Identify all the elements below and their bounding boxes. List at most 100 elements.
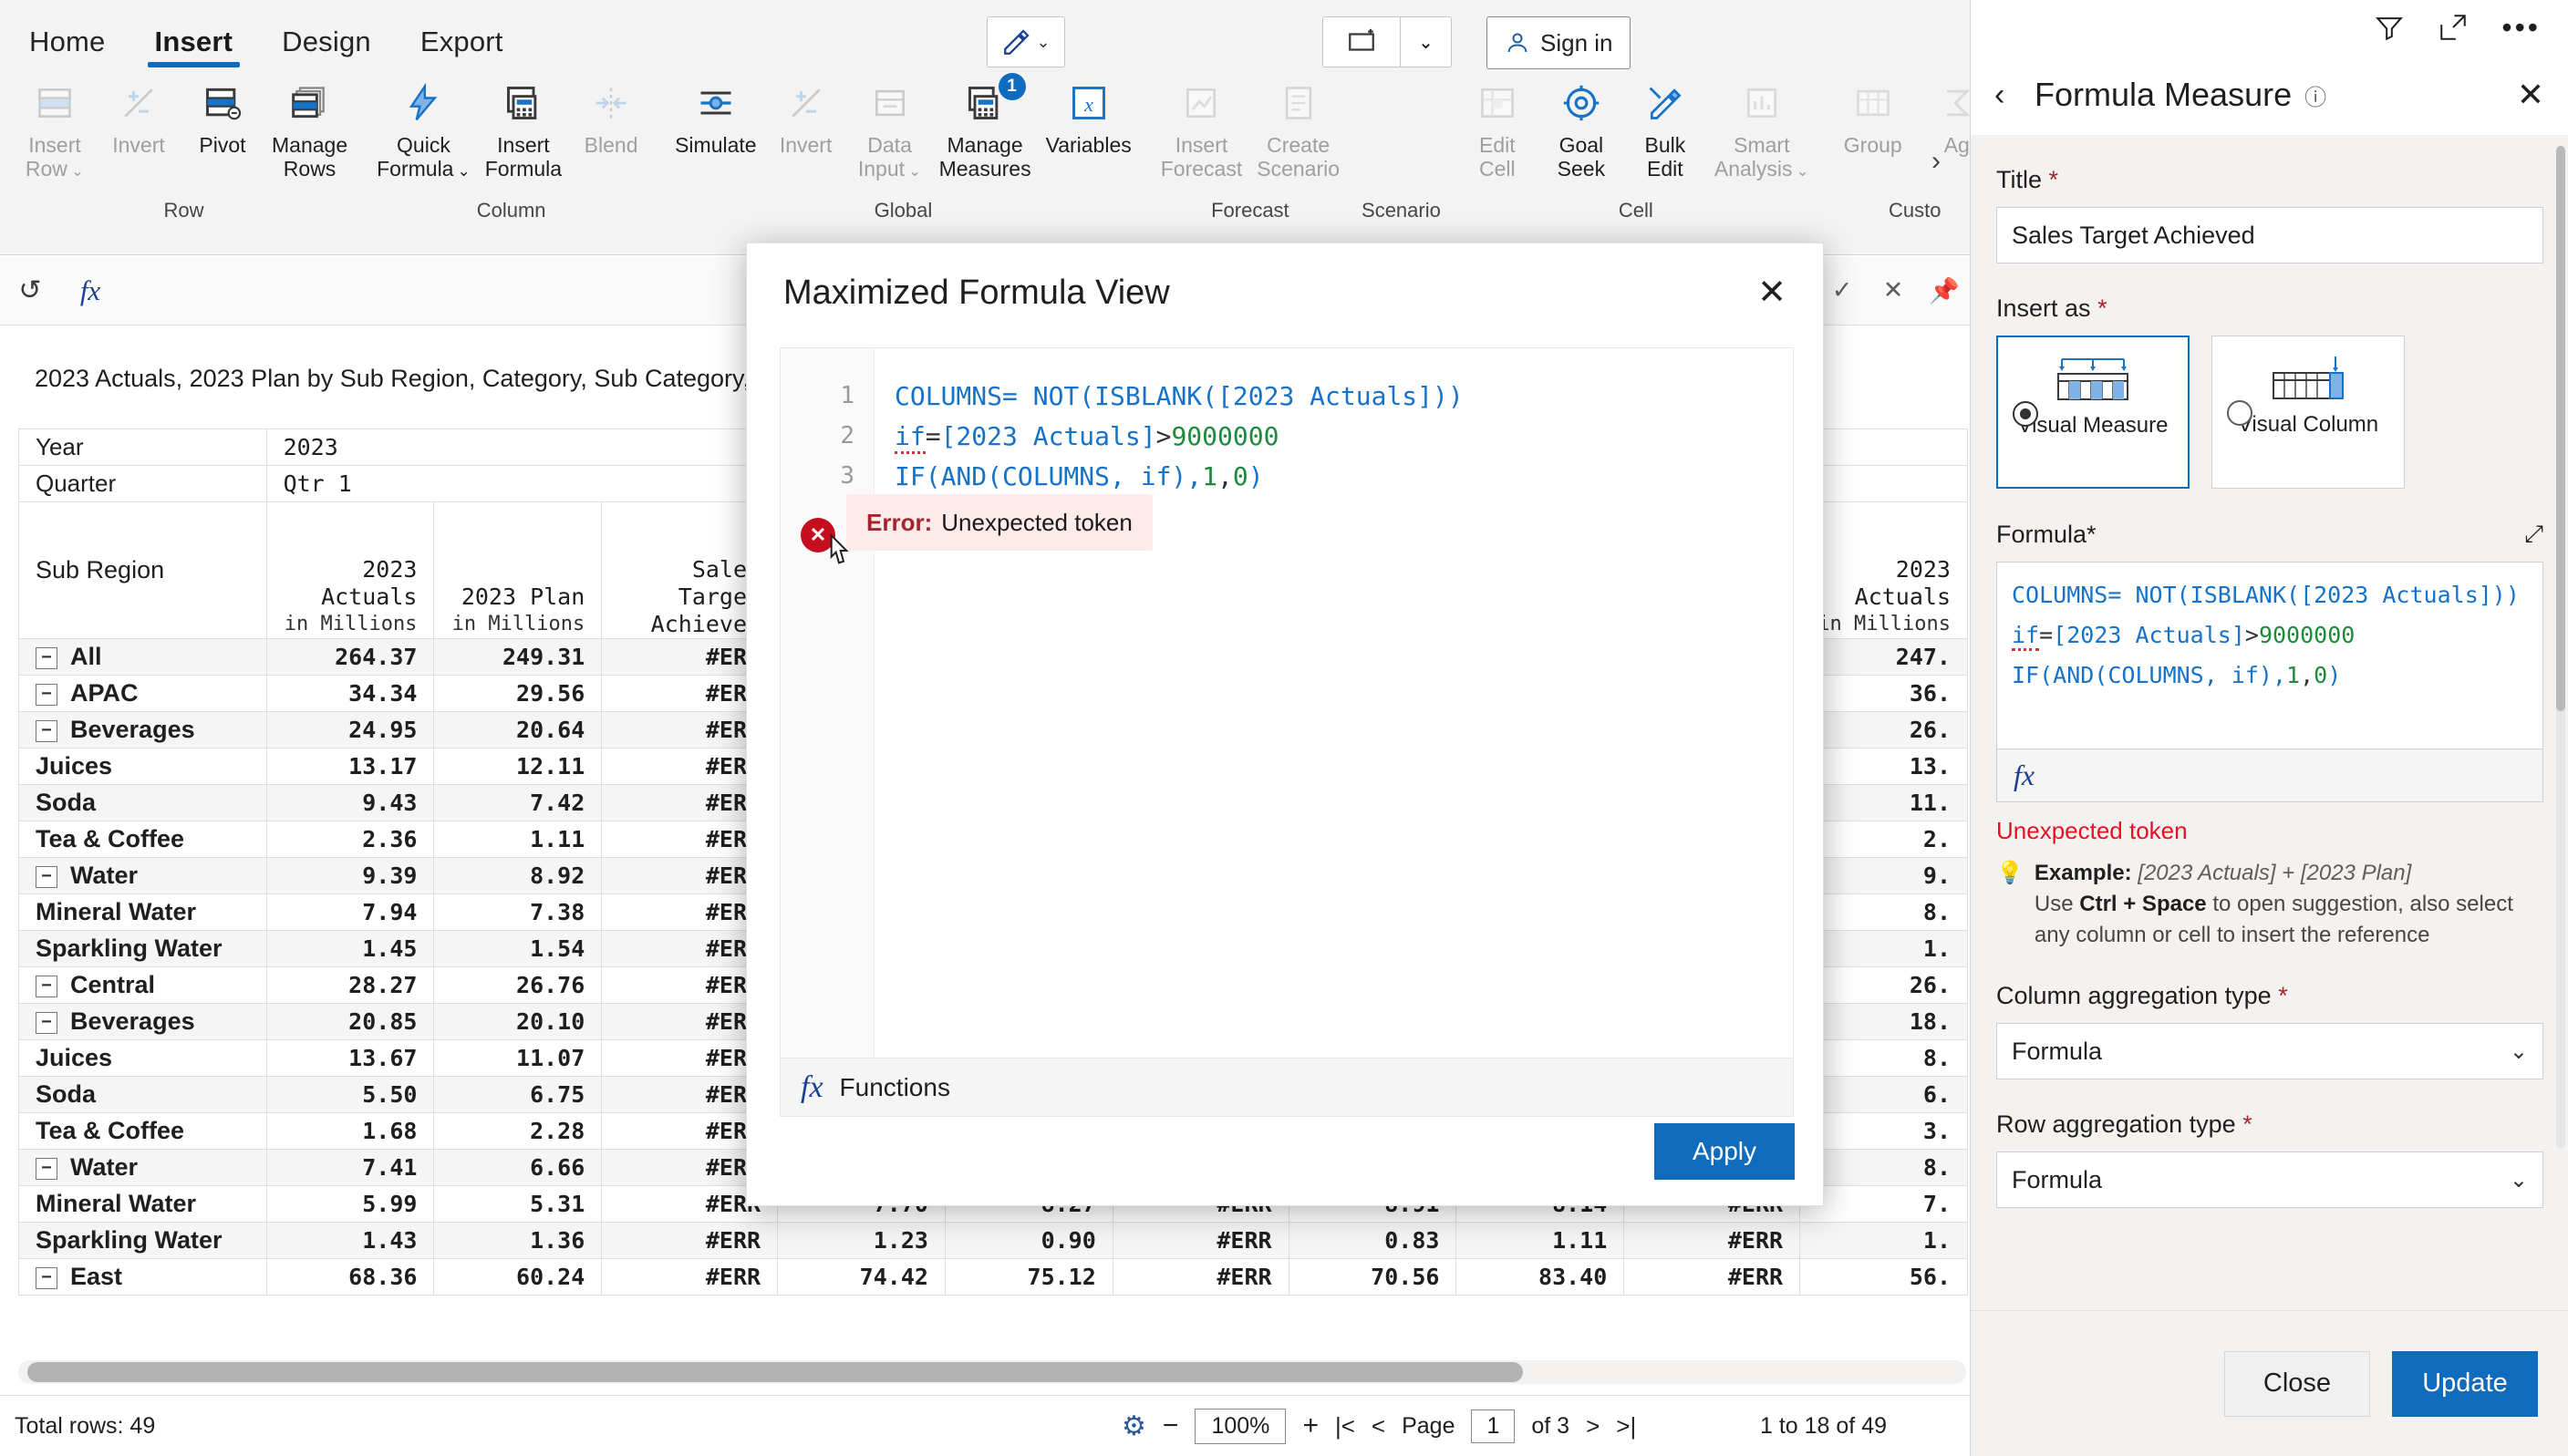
panel-scrollbar[interactable]	[2556, 146, 2565, 1149]
row-label-cell[interactable]: − Beverages	[18, 1003, 267, 1040]
back-chevron-icon[interactable]: ‹	[1994, 77, 2035, 113]
undo-icon[interactable]: ↺	[0, 274, 60, 306]
collapse-expander-icon[interactable]: −	[36, 1266, 57, 1289]
table-cell[interactable]: 7.42	[433, 784, 603, 821]
row-aggregation-select[interactable]: Formula ⌄	[1996, 1151, 2543, 1208]
table-cell[interactable]: 68.36	[265, 1258, 435, 1296]
scrollbar-thumb[interactable]	[2556, 146, 2565, 711]
table-cell[interactable]: 1.11	[1455, 1222, 1625, 1259]
table-cell[interactable]: 1.54	[433, 930, 603, 967]
row-label-cell[interactable]: Sparkling Water	[18, 930, 267, 967]
table-cell[interactable]: 5.99	[265, 1185, 435, 1223]
table-cell[interactable]: #ERR	[601, 1258, 779, 1296]
manage-measures-button[interactable]: 1 Manage Measures	[932, 71, 1039, 181]
filter-icon[interactable]	[2374, 12, 2405, 43]
table-cell[interactable]: 264.37	[265, 638, 435, 676]
close-icon[interactable]: ✕	[2517, 76, 2544, 114]
row-label-cell[interactable]: Sparkling Water	[18, 1222, 267, 1259]
table-cell[interactable]: #ERR	[601, 1222, 779, 1259]
quick-formula-button[interactable]: Quick Formula ⌄	[369, 71, 478, 183]
variables-button[interactable]: x Variables	[1039, 71, 1139, 157]
goal-seek-button[interactable]: Goal Seek	[1539, 71, 1623, 181]
table-cell[interactable]: 6.	[1799, 1076, 1968, 1113]
table-cell[interactable]: 8.	[1799, 893, 1968, 931]
tab-export[interactable]: Export	[411, 26, 513, 71]
column-header[interactable]: 2023 Plan in Millions	[433, 501, 603, 639]
table-cell[interactable]: 36.	[1799, 675, 1968, 712]
close-button[interactable]: Close	[2224, 1350, 2370, 1417]
page-input[interactable]: 1	[1471, 1409, 1516, 1443]
collapse-expander-icon[interactable]: −	[36, 1157, 57, 1180]
tab-insert[interactable]: Insert	[146, 26, 243, 71]
table-cell[interactable]: 34.34	[265, 675, 435, 712]
table-cell[interactable]: 6.75	[433, 1076, 603, 1113]
table-cell[interactable]: 1.11	[433, 821, 603, 858]
table-cell[interactable]: 74.42	[777, 1258, 946, 1296]
close-icon[interactable]: ✕	[1757, 275, 1786, 310]
prev-page-button[interactable]: <	[1372, 1412, 1385, 1441]
table-row[interactable]: Sparkling Water 1.43 1.36 #ERR 1.23 0.90 #ERR 0…	[18, 1222, 1968, 1259]
table-cell[interactable]: #ERR	[1623, 1222, 1801, 1259]
formula-code-editor[interactable]: 1 COLUMNS= NOT(ISBLANK([2023 Actuals])) 2 i…	[780, 347, 1794, 1058]
table-cell[interactable]: 6.66	[433, 1149, 603, 1186]
insert-as-visual-column[interactable]: Visual Column	[2211, 336, 2405, 489]
table-cell[interactable]: 12.11	[433, 748, 603, 785]
collapse-expander-icon[interactable]: −	[36, 975, 57, 997]
table-cell[interactable]: 20.85	[265, 1003, 435, 1040]
table-cell[interactable]: 13.	[1799, 748, 1968, 785]
row-label-cell[interactable]: Mineral Water	[18, 1185, 267, 1223]
row-label-cell[interactable]: − East	[18, 1258, 267, 1296]
simulate-button[interactable]: Simulate	[668, 71, 763, 157]
row-label-cell[interactable]: − Beverages	[18, 711, 267, 749]
row-label-cell[interactable]: − Water	[18, 1149, 267, 1186]
column-header[interactable]: 2023 Actuals in Millions	[1799, 501, 1968, 639]
insert-row-quick-button[interactable]	[1322, 16, 1401, 67]
table-cell[interactable]: 2.	[1799, 821, 1968, 858]
scrollbar-thumb[interactable]	[27, 1362, 1523, 1382]
row-label-cell[interactable]: − APAC	[18, 675, 267, 712]
table-cell[interactable]: 8.92	[433, 857, 603, 894]
table-cell[interactable]: 20.64	[433, 711, 603, 749]
last-page-button[interactable]: >|	[1616, 1412, 1636, 1441]
table-cell[interactable]: 8.	[1799, 1149, 1968, 1186]
row-label-cell[interactable]: − Central	[18, 966, 267, 1004]
table-cell[interactable]: 11.07	[433, 1039, 603, 1077]
annotate-pen-button[interactable]: ⌄	[987, 16, 1065, 67]
table-cell[interactable]: 0.90	[944, 1222, 1113, 1259]
table-cell[interactable]: 26.	[1799, 966, 1968, 1004]
table-cell[interactable]: 1.43	[265, 1222, 435, 1259]
formula-input[interactable]: COLUMNS= NOT(ISBLANK([2023 Actuals])) if=…	[1996, 562, 2543, 749]
table-cell[interactable]: 247.	[1799, 638, 1968, 676]
table-cell[interactable]: 1.	[1799, 1222, 1968, 1259]
table-cell[interactable]: 7.	[1799, 1185, 1968, 1223]
table-cell[interactable]: 26.	[1799, 711, 1968, 749]
collapse-expander-icon[interactable]: −	[36, 1011, 57, 1034]
first-page-button[interactable]: |<	[1335, 1412, 1355, 1441]
collapse-expander-icon[interactable]: −	[36, 719, 57, 742]
collapse-expander-icon[interactable]: −	[36, 683, 57, 706]
row-label-cell[interactable]: Soda	[18, 1076, 267, 1113]
ribbon-overflow-button[interactable]: ›	[1931, 146, 1941, 177]
table-cell[interactable]: 26.76	[433, 966, 603, 1004]
manage-rows-button[interactable]: Manage Rows	[264, 71, 355, 181]
table-cell[interactable]: #ERR	[1112, 1222, 1289, 1259]
tab-design[interactable]: Design	[273, 26, 380, 71]
expand-diagonal-icon[interactable]: ⤢	[2524, 520, 2543, 549]
collapse-expander-icon[interactable]: −	[36, 646, 57, 669]
table-cell[interactable]: 5.31	[433, 1185, 603, 1223]
table-cell[interactable]: 83.40	[1455, 1258, 1625, 1296]
horizontal-scrollbar[interactable]	[18, 1360, 1966, 1384]
update-button[interactable]: Update	[2392, 1350, 2538, 1417]
table-cell[interactable]: 13.17	[265, 748, 435, 785]
table-cell[interactable]: 2.28	[433, 1112, 603, 1150]
table-cell[interactable]: 11.	[1799, 784, 1968, 821]
zoom-value[interactable]: 100%	[1195, 1408, 1287, 1444]
table-cell[interactable]: 70.56	[1288, 1258, 1457, 1296]
fx-icon[interactable]: fx	[60, 274, 120, 307]
table-cell[interactable]: 1.	[1799, 930, 1968, 967]
table-cell[interactable]: 13.67	[265, 1039, 435, 1077]
table-cell[interactable]: 3.	[1799, 1112, 1968, 1150]
insert-as-visual-measure[interactable]: Visual Measure	[1996, 336, 2190, 489]
table-cell[interactable]: 75.12	[944, 1258, 1113, 1296]
insert-row-dropdown[interactable]: ⌄	[1401, 16, 1452, 67]
